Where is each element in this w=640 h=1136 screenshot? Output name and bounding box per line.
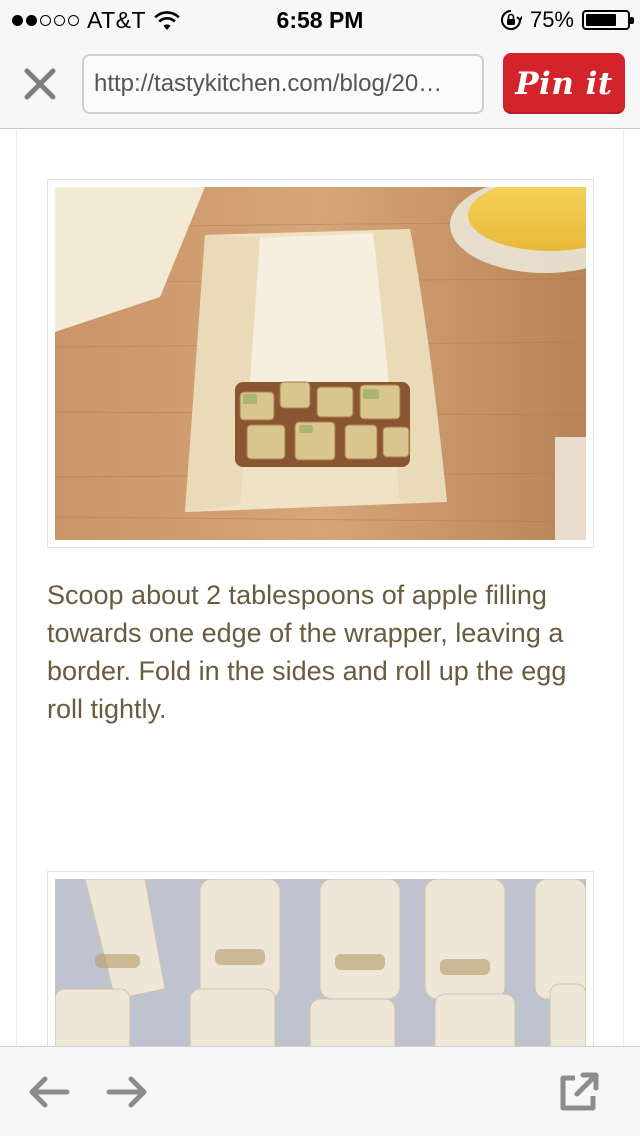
recipe-photo-rolled [47,871,594,1046]
pin-it-label: Pin it [515,65,613,102]
open-external-icon [560,1072,599,1111]
open-in-browser-button[interactable] [556,1069,602,1115]
status-right: 75% [500,7,634,33]
close-button[interactable] [18,62,62,106]
arrow-right-icon [106,1076,147,1108]
pin-it-button[interactable]: Pin it [503,53,625,114]
battery-icon [582,10,634,30]
arrow-left-icon [29,1076,70,1108]
close-icon [24,68,56,100]
step-caption: Scoop about 2 tablespoons of apple filli… [47,580,567,724]
browser-toolbar: http://tastykitchen.com/blog/20… Pin it [0,40,640,129]
forward-button[interactable] [104,1069,150,1115]
battery-percent: 75% [529,7,574,32]
back-button[interactable] [26,1069,72,1115]
rolled-egg-rolls-image [55,879,586,1046]
egg-roll-filling-image [55,187,586,540]
recipe-photo-filling [47,179,594,548]
battery-fill [586,14,616,26]
article-content: Scoop about 2 tablespoons of apple filli… [16,130,624,1046]
bottom-toolbar [0,1046,640,1136]
photo-image-2 [55,879,586,1046]
photo-image [55,187,586,540]
url-text: http://tastykitchen.com/blog/20… [94,70,443,97]
url-bar[interactable]: http://tastykitchen.com/blog/20… [82,54,484,114]
rotation-lock-icon [500,10,522,30]
status-bar: AT&T 6:58 PM 75% [0,0,640,40]
